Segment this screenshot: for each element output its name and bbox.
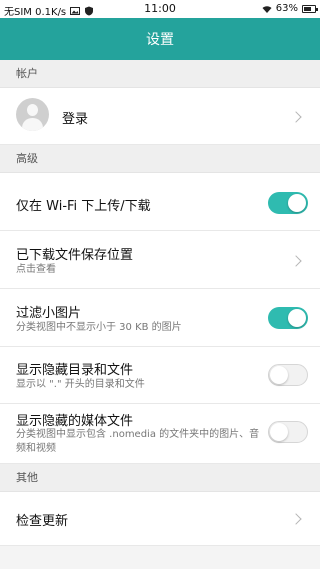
status-bar: 无SIM 0.1K/s 11:00 63% bbox=[0, 0, 320, 18]
show-hidden-dirs-toggle[interactable] bbox=[268, 364, 308, 386]
download-location-subtitle: 点击查看 bbox=[16, 264, 56, 275]
chevron-right-icon bbox=[290, 255, 302, 267]
chevron-right-icon bbox=[290, 111, 302, 123]
check-update-row[interactable]: 检查更新 bbox=[0, 492, 320, 546]
check-update-label: 检查更新 bbox=[16, 514, 69, 529]
page-title: 设置 bbox=[146, 32, 174, 48]
app-bar: 设置 bbox=[0, 18, 320, 60]
show-hidden-dirs-subtitle: 显示以 "." 开头的目录和文件 bbox=[16, 379, 145, 390]
section-header-other: 其他 bbox=[0, 464, 320, 492]
battery-icon bbox=[302, 4, 318, 13]
filter-small-images-label: 过滤小图片 bbox=[16, 306, 82, 321]
show-hidden-media-label: 显示隐藏的媒体文件 bbox=[16, 414, 134, 429]
setting-show-hidden-media[interactable]: 显示隐藏的媒体文件 分类视图中显示包含 .nomedia 的文件夹中的图片、音频… bbox=[0, 404, 320, 464]
show-hidden-media-toggle[interactable] bbox=[268, 421, 308, 443]
chevron-right-icon bbox=[290, 513, 302, 525]
setting-filter-small-images[interactable]: 过滤小图片 分类视图中不显示小于 30 KB 的图片 bbox=[0, 289, 320, 347]
show-hidden-media-subtitle: 分类视图中显示包含 .nomedia 的文件夹中的图片、音频和视频 bbox=[16, 429, 260, 454]
filter-small-images-subtitle: 分类视图中不显示小于 30 KB 的图片 bbox=[16, 322, 182, 333]
show-hidden-dirs-label: 显示隐藏目录和文件 bbox=[16, 363, 134, 378]
login-label: 登录 bbox=[62, 112, 89, 127]
wifi-only-label: 仅在 Wi-Fi 下上传/下载 bbox=[16, 199, 151, 214]
wifi-icon bbox=[262, 5, 272, 13]
setting-show-hidden-dirs[interactable]: 显示隐藏目录和文件 显示以 "." 开头的目录和文件 bbox=[0, 347, 320, 404]
section-header-advanced: 高级 bbox=[0, 145, 320, 173]
status-right: 63% bbox=[262, 3, 318, 14]
setting-download-location[interactable]: 已下载文件保存位置 点击查看 bbox=[0, 231, 320, 289]
wifi-only-toggle[interactable] bbox=[268, 192, 308, 214]
download-location-label: 已下载文件保存位置 bbox=[16, 248, 134, 263]
section-header-account: 帐户 bbox=[0, 60, 320, 88]
login-row[interactable]: 登录 bbox=[0, 88, 320, 145]
setting-wifi-only[interactable]: 仅在 Wi-Fi 下上传/下载 bbox=[0, 173, 320, 231]
battery-percent: 63% bbox=[275, 3, 298, 14]
avatar bbox=[16, 98, 49, 131]
filter-small-images-toggle[interactable] bbox=[268, 307, 308, 329]
